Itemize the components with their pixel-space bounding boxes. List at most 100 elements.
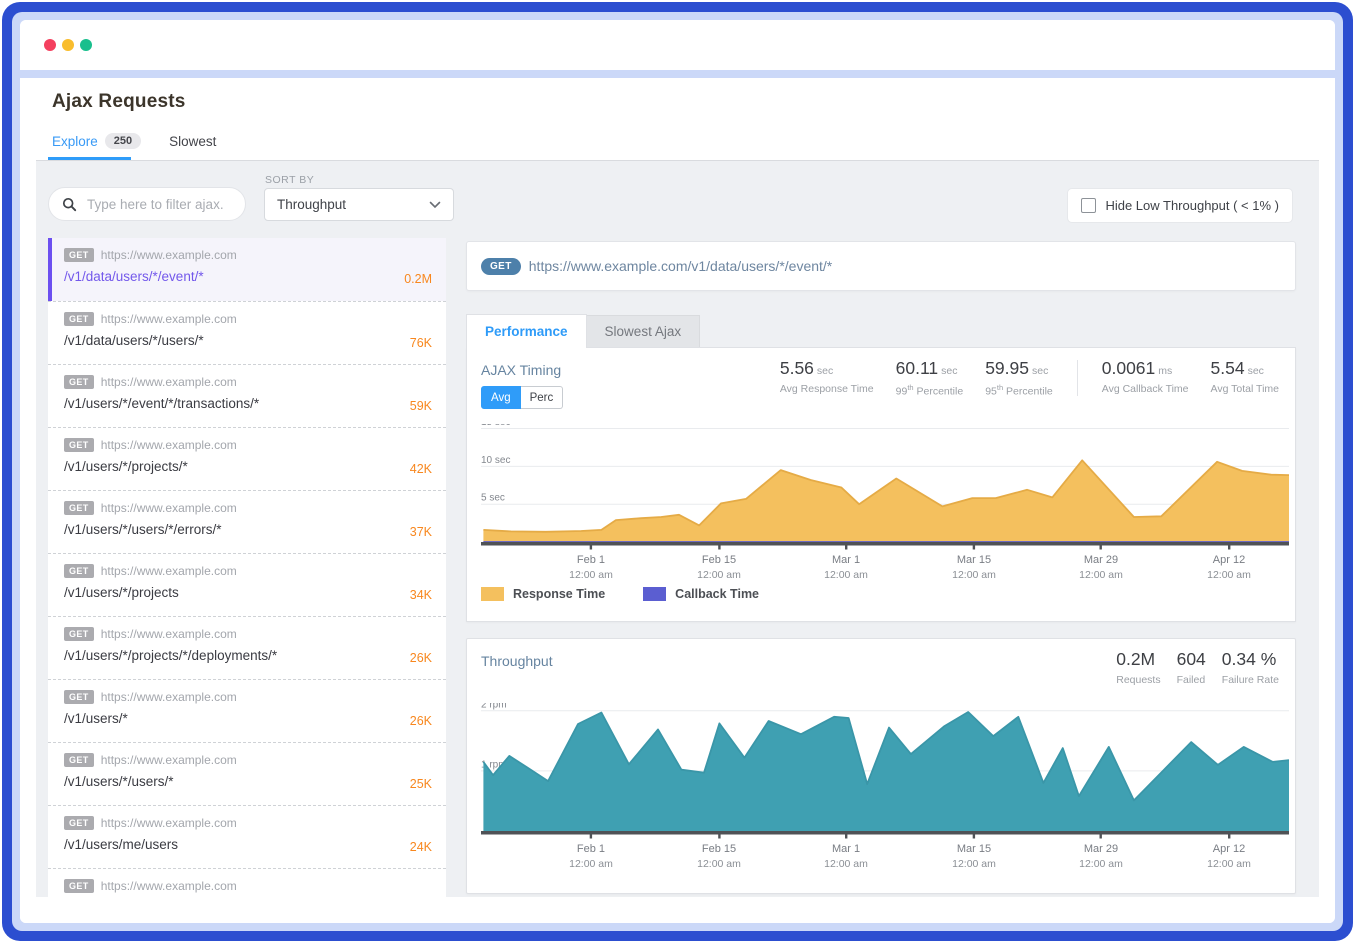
timing-stats: 5.56secAvg Response Time60.11sec99th Per… [780, 358, 1279, 398]
x-axis-tick: Mar 1512:00 am [929, 554, 1019, 581]
window-controls[interactable] [44, 39, 92, 51]
method-badge: GET [64, 438, 94, 452]
stat: 0.0061msAvg Callback Time [1102, 358, 1189, 398]
method-badge: GET [64, 879, 94, 893]
throughput-title: Throughput [481, 653, 553, 669]
legend-label: Response Time [513, 587, 605, 601]
hide-low-throughput-checkbox[interactable] [1081, 198, 1096, 213]
x-axis-tick: Mar 112:00 am [801, 843, 891, 870]
toggle-avg-button[interactable]: Avg [481, 386, 521, 409]
method-badge: GET [64, 248, 94, 262]
list-item[interactable]: GEThttps://www.example.com/v1/users/*/pr… [48, 427, 446, 490]
request-host: https://www.example.com [101, 375, 237, 389]
stat-value: 60.11 [896, 358, 939, 378]
x-axis-tick: Feb 1512:00 am [674, 554, 764, 581]
ajax-timing-title: AJAX Timing [481, 362, 561, 378]
stat-unit: sec [941, 365, 957, 377]
page-title: Ajax Requests [52, 91, 186, 113]
stat: 60.11sec 99th Percentile [896, 358, 964, 398]
ajax-request-list: GET https://www.example.com/v1/data/users… [48, 238, 446, 897]
list-item[interactable]: GEThttps://www.example.com/v1/users/*/pr… [48, 616, 446, 679]
tab-explore[interactable]: Explore 250 [52, 133, 141, 149]
stat-value: 5.54 [1211, 358, 1245, 378]
svg-text:2 rpm: 2 rpm [481, 703, 507, 710]
page-tabs: Explore 250 Slowest [52, 133, 216, 149]
tab-slowest-ajax[interactable]: Slowest Ajax [587, 315, 701, 348]
response-time-chart: 15 sec 10 sec 5 sec [481, 424, 1289, 550]
legend-label: Callback Time [675, 587, 759, 601]
request-host: https://www.example.com [101, 879, 237, 893]
list-item[interactable]: GEThttps://www.example.com/v1/users/me/u… [48, 805, 446, 868]
hide-low-throughput-toggle[interactable]: Hide Low Throughput ( < 1% ) [1067, 188, 1293, 223]
request-host: https://www.example.com [101, 501, 237, 515]
throughput-count: 24K [410, 840, 432, 854]
method-badge: GET [64, 690, 94, 704]
detail-tabs: Performance Slowest Ajax [466, 314, 700, 348]
close-button[interactable] [44, 39, 56, 51]
x-axis-tick: Feb 1512:00 am [674, 843, 764, 870]
stat-label: Avg Callback Time [1102, 383, 1189, 395]
stat: 604 Failed [1177, 649, 1206, 686]
stat-unit: sec [817, 365, 833, 377]
method-badge: GET [64, 564, 94, 578]
x-axis-tick: Mar 1512:00 am [929, 843, 1019, 870]
minimize-button[interactable] [62, 39, 74, 51]
request-path: /v1/users/*/users/* [64, 774, 432, 789]
request-url-card: GET https://www.example.com/v1/data/user… [466, 241, 1296, 291]
request-url: https://www.example.com/v1/data/users/*/… [529, 258, 832, 274]
list-item[interactable]: GEThttps://www.example.com/v1/users/*/us… [48, 490, 446, 553]
explorer-region: SORT BY Throughput Hide Low Throughput (… [36, 160, 1319, 897]
throughput-chart: 2 rpm1 rpm [481, 703, 1289, 840]
method-badge: GET [64, 312, 94, 326]
list-item[interactable]: GEThttps://www.example.com/v1/users/*/ev… [48, 364, 446, 427]
x-axis-tick: Mar 112:00 am [801, 554, 891, 581]
stat-label: Avg Total Time [1211, 383, 1279, 395]
tab-slowest[interactable]: Slowest [169, 134, 216, 149]
svg-text:15 sec: 15 sec [481, 424, 510, 428]
stat-label: 95th Percentile [985, 383, 1053, 398]
request-host: https://www.example.com [101, 627, 237, 641]
stat-label: 99th Percentile [896, 383, 964, 398]
maximize-button[interactable] [80, 39, 92, 51]
throughput-chart-xaxis: Feb 112:00 amFeb 1512:00 amMar 112:00 am… [481, 843, 1289, 883]
filter-ajax-input[interactable] [85, 196, 239, 213]
throughput-count: 25K [410, 777, 432, 791]
list-item[interactable]: GET https://www.example.com [48, 868, 446, 897]
legend-swatch [481, 587, 504, 601]
list-item[interactable]: GEThttps://www.example.com/v1/users/*/pr… [48, 553, 446, 616]
tab-performance[interactable]: Performance [466, 314, 587, 348]
list-item[interactable]: GEThttps://www.example.com/v1/data/users… [48, 238, 446, 301]
method-badge: GET [64, 816, 94, 830]
request-path: /v1/data/users/*/event/* [64, 269, 432, 284]
svg-text:5 sec: 5 sec [481, 493, 505, 504]
x-axis-tick: Feb 112:00 am [546, 554, 636, 581]
tab-explore-label: Explore [52, 134, 98, 149]
x-axis-tick: Mar 2912:00 am [1056, 554, 1146, 581]
request-host: https://www.example.com [101, 816, 237, 830]
throughput-count: 26K [410, 651, 432, 665]
chevron-down-icon [429, 201, 441, 209]
list-item[interactable]: GEThttps://www.example.com/v1/users/*26K [48, 679, 446, 742]
throughput-count: 37K [410, 525, 432, 539]
request-detail: GET https://www.example.com/v1/data/user… [466, 241, 1296, 291]
legend-item[interactable]: Response Time [481, 587, 605, 601]
throughput-count: 26K [410, 714, 432, 728]
app-content: Ajax Requests Explore 250 Slowest [20, 78, 1335, 923]
stat-value: 59.95 [985, 358, 1029, 378]
stat-value: 604 [1177, 649, 1206, 669]
stat-label: Failure Rate [1222, 674, 1279, 686]
svg-text:10 sec: 10 sec [481, 455, 510, 466]
throughput-panel: Throughput 0.2MRequests604Failed0.34 %Fa… [466, 638, 1296, 894]
window-frame: Ajax Requests Explore 250 Slowest [12, 12, 1343, 931]
legend-item[interactable]: Callback Time [643, 587, 759, 601]
request-path: /v1/data/users/*/users/* [64, 333, 432, 348]
list-item[interactable]: GEThttps://www.example.com/v1/data/users… [48, 301, 446, 364]
throughput-count: 59K [410, 399, 432, 413]
toggle-perc-button[interactable]: Perc [521, 386, 564, 409]
stat-label: Failed [1177, 674, 1206, 686]
request-path: /v1/users/*/projects [64, 585, 432, 600]
x-axis-tick: Apr 1212:00 am [1184, 843, 1274, 870]
list-item[interactable]: GEThttps://www.example.com/v1/users/*/us… [48, 742, 446, 805]
sort-dropdown[interactable]: Throughput [264, 188, 454, 221]
sort-by-label: SORT BY [265, 174, 314, 186]
